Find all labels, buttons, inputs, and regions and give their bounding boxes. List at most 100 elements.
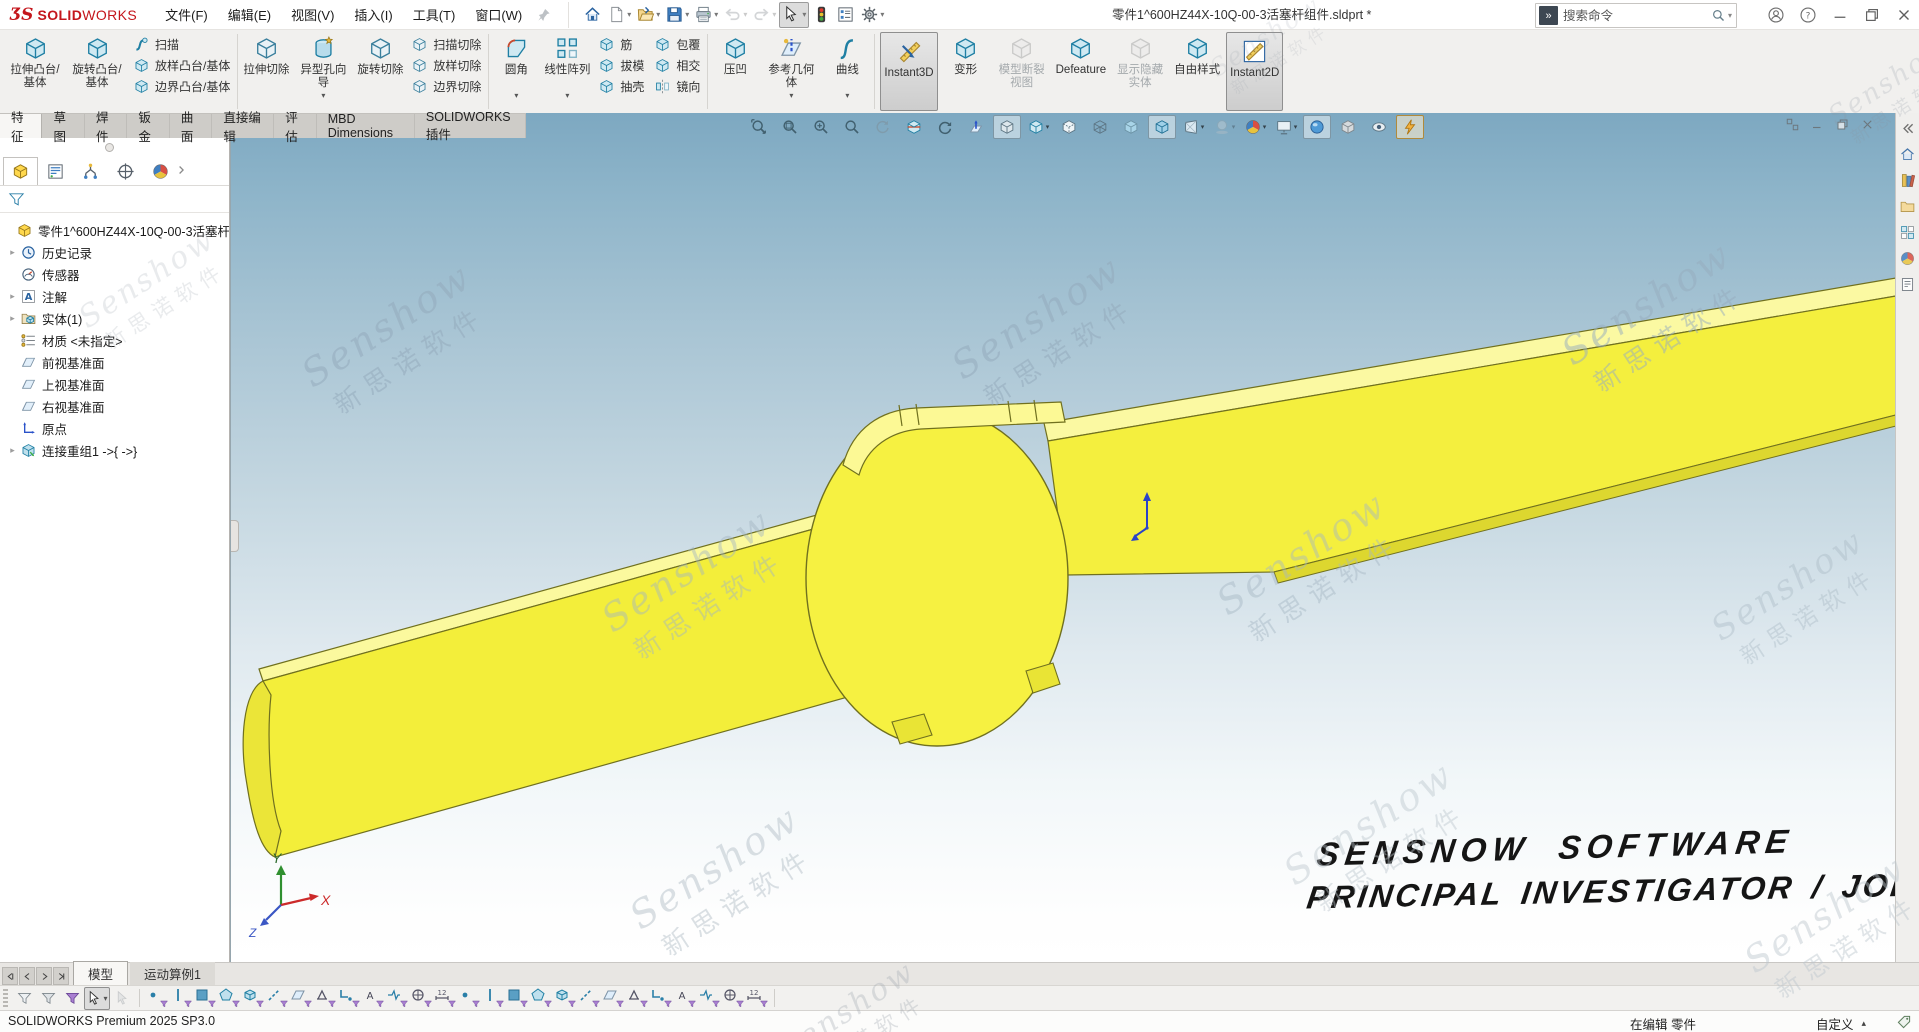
nav-last-icon[interactable] xyxy=(53,967,69,985)
tab-曲面[interactable]: 曲面 xyxy=(170,114,212,138)
edit-appearance-caret-icon[interactable]: ▾ xyxy=(1263,123,1267,131)
filter-surface-finish-button[interactable] xyxy=(481,987,505,1009)
redo-caret-icon[interactable]: ▾ xyxy=(772,10,776,19)
freestyle-button[interactable]: 自由样式 xyxy=(1171,30,1223,113)
nav-first-icon[interactable] xyxy=(2,967,18,985)
linear-pattern-button[interactable]: 线性阵列▾ xyxy=(541,30,593,113)
options-caret-icon[interactable]: ▾ xyxy=(880,10,884,19)
filter-notes-button[interactable] xyxy=(529,987,553,1009)
instant3d-button[interactable]: Instant3D xyxy=(880,32,937,111)
filter-gtol-button[interactable] xyxy=(553,987,577,1009)
reference-geometry-caret-icon[interactable]: ▾ xyxy=(789,90,793,101)
filter-dimensions-button[interactable]: 12 xyxy=(433,987,457,1009)
tree-item[interactable]: ▸历史记录 xyxy=(0,241,229,263)
perspective-button[interactable]: ▾ xyxy=(1179,115,1207,139)
filter-vertices-button[interactable] xyxy=(145,987,169,1009)
shaded-with-edges-button[interactable] xyxy=(1148,115,1176,139)
manager-expand-icon[interactable] xyxy=(174,163,188,177)
tab-特征[interactable]: 特征 xyxy=(0,114,42,138)
featuremanager-tab-tab[interactable] xyxy=(3,157,38,185)
tree-item[interactable]: 上视基准面 xyxy=(0,373,229,395)
zoom-to-area-button[interactable] xyxy=(776,115,804,139)
search-input[interactable] xyxy=(1561,8,1711,24)
file-explorer-icon[interactable] xyxy=(1899,198,1916,215)
appearances-scenes-icon[interactable] xyxy=(1899,250,1916,267)
select-cursor-caret-icon[interactable]: ▾ xyxy=(802,10,806,19)
menu-edit[interactable]: 编辑(E) xyxy=(228,5,271,24)
save-caret-icon[interactable]: ▾ xyxy=(685,10,689,19)
curves-caret-icon[interactable]: ▾ xyxy=(845,90,849,101)
fillet-caret-icon[interactable]: ▾ xyxy=(514,90,518,101)
rotate-view-button[interactable] xyxy=(931,115,959,139)
menu-file[interactable]: 文件(F) xyxy=(165,5,208,24)
hidden-lines-visible-button[interactable] xyxy=(1055,115,1083,139)
graphics-viewport[interactable]: Y X Z ▾▾▾▾▾ SENSNOW SOFTWARE PRINCIPAL I… xyxy=(230,113,1896,962)
open-button[interactable]: ▾ xyxy=(634,3,662,27)
rebuild-button[interactable] xyxy=(810,3,833,27)
boundary-boss-button[interactable]: 边界凸台/基体 xyxy=(133,77,230,95)
search-magnifier-icon[interactable] xyxy=(1711,8,1726,23)
fillet-button[interactable]: 圆角▾ xyxy=(491,30,541,113)
hole-wizard-button[interactable]: 异型孔向导▾ xyxy=(292,30,354,113)
camera-button[interactable] xyxy=(1365,115,1393,139)
filter-datums-button[interactable] xyxy=(505,987,529,1009)
zoom-to-fit-button[interactable] xyxy=(745,115,773,139)
minimize-doc-icon[interactable] xyxy=(1810,117,1825,132)
extruded-cut-button[interactable]: 拉伸切除 xyxy=(240,30,292,113)
shadows-caret-icon[interactable]: ▾ xyxy=(1232,123,1236,131)
tree-item[interactable]: 前视基准面 xyxy=(0,351,229,373)
filter-hatch-button[interactable] xyxy=(457,987,481,1009)
options-button[interactable]: ▾ xyxy=(858,3,886,27)
undo-caret-icon[interactable]: ▾ xyxy=(743,10,747,19)
tree-item[interactable]: 材质 <未指定> xyxy=(0,329,229,351)
revolved-cut-button[interactable]: 旋转切除 xyxy=(354,30,406,113)
tree-item[interactable]: ▸实体(1) xyxy=(0,307,229,329)
apply-scene-button[interactable]: ▾ xyxy=(1272,115,1300,139)
revolved-boss-button[interactable]: 旋转凸台/基体 xyxy=(66,30,128,113)
tile-window-icon[interactable] xyxy=(1785,117,1800,132)
status-custom-dropdown[interactable]: 自定义 ▴ xyxy=(1816,1014,1866,1032)
collapse-taskpane-icon[interactable] xyxy=(1899,120,1916,137)
nav-prev-icon[interactable] xyxy=(19,967,35,985)
toolbar-drag-handle[interactable] xyxy=(3,989,8,1007)
display-filter-funnel-button[interactable] xyxy=(12,988,36,1009)
wrap-button[interactable]: 包覆 xyxy=(654,35,700,53)
undo-button[interactable]: ▾ xyxy=(721,3,749,27)
maximize-window-icon[interactable] xyxy=(1863,6,1881,24)
realview-button[interactable] xyxy=(1303,115,1331,139)
rib-button[interactable]: 筋 xyxy=(598,35,644,53)
filter-routing-points-button[interactable] xyxy=(697,987,721,1009)
mirror-button[interactable]: 镜向 xyxy=(654,77,700,95)
perspective-caret-icon[interactable]: ▾ xyxy=(1201,123,1205,131)
menu-view[interactable]: 视图(V) xyxy=(291,5,334,24)
curves-button[interactable]: 曲线▾ xyxy=(822,30,872,113)
search-caret-icon[interactable]: ▾ xyxy=(1728,11,1732,20)
filter-axes-button[interactable] xyxy=(265,987,289,1009)
propertymanager-tab-tab[interactable] xyxy=(38,157,73,185)
print-button[interactable]: ▾ xyxy=(692,3,720,27)
select-arrow-caret-icon[interactable]: ▾ xyxy=(103,994,107,1003)
intersect-button[interactable]: 相交 xyxy=(654,56,700,74)
apply-scene-caret-icon[interactable]: ▾ xyxy=(1294,123,1298,131)
extruded-boss-button[interactable]: 拉伸凸台/基体 xyxy=(4,30,66,113)
redo-button[interactable]: ▾ xyxy=(750,3,778,27)
view-orientation-button[interactable] xyxy=(993,115,1021,139)
filter-funnel-icon[interactable] xyxy=(7,190,26,209)
tree-root-item[interactable]: 零件1^600HZ44X-10Q-00-3活塞杆组件 xyxy=(0,219,229,241)
edit-appearance-button[interactable]: ▾ xyxy=(1241,115,1269,139)
lofted-cut-button[interactable]: 放样切除 xyxy=(411,56,481,74)
magnify-button[interactable] xyxy=(838,115,866,139)
menu-tools[interactable]: 工具(T) xyxy=(413,5,456,24)
select-cursor-button[interactable]: ▾ xyxy=(779,2,809,28)
user-account-icon[interactable] xyxy=(1767,6,1785,24)
print-caret-icon[interactable]: ▾ xyxy=(714,10,718,19)
reference-geometry-button[interactable]: 参考几何体▾ xyxy=(760,30,822,113)
tab-钣金[interactable]: 钣金 xyxy=(127,114,169,138)
status-tag-icon[interactable] xyxy=(1896,1014,1912,1030)
filter-edges-button[interactable] xyxy=(169,987,193,1009)
pushpin-icon[interactable] xyxy=(536,7,552,23)
filter-weld-beads-button[interactable]: 12 xyxy=(745,987,769,1009)
filter-centerlines-button[interactable] xyxy=(409,987,433,1009)
dimxpertmanager-tab-tab[interactable] xyxy=(108,157,143,185)
tree-item[interactable]: ▸A注解 xyxy=(0,285,229,307)
